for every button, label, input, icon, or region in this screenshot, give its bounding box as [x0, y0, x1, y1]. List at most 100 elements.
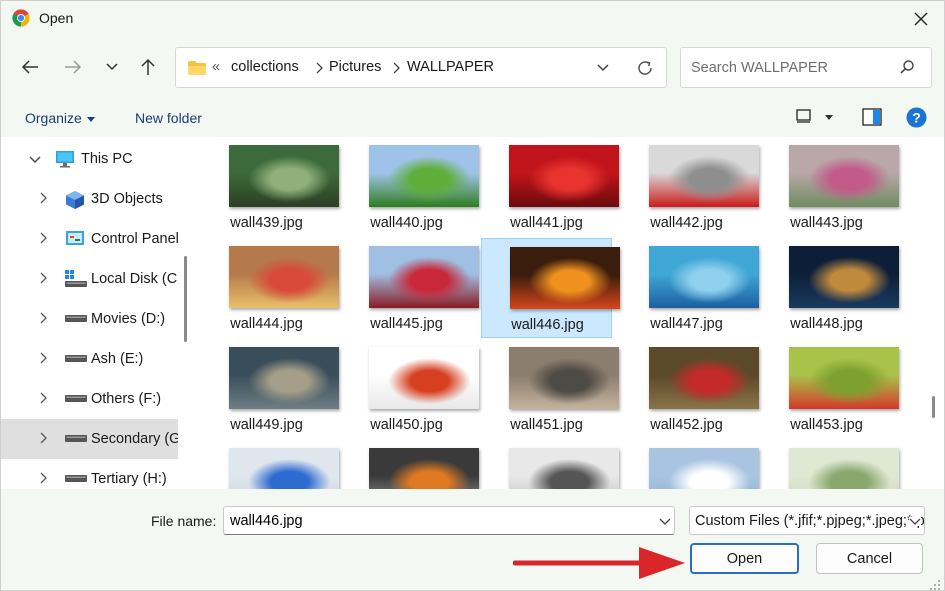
open-button[interactable]: Open	[690, 543, 799, 574]
sidebar-item-this-pc[interactable]: This PC	[1, 139, 178, 179]
refresh-icon[interactable]	[636, 59, 654, 77]
file-name-label: File name:	[151, 513, 217, 529]
sidebar-item-tertiary-h[interactable]: Tertiary (H:)	[1, 459, 178, 489]
resize-grip-icon[interactable]	[929, 579, 941, 591]
file-tile[interactable]	[621, 440, 759, 489]
image-thumbnail	[789, 448, 899, 489]
chevron-right-icon[interactable]	[39, 192, 47, 204]
file-tile[interactable]	[201, 440, 339, 489]
file-tile[interactable]: wall453.jpg	[761, 339, 899, 439]
sidebar-item-label: Others (F:)	[91, 391, 162, 407]
file-tile[interactable]: wall450.jpg	[341, 339, 479, 439]
drive-icon	[65, 355, 87, 362]
chrome-icon	[12, 9, 30, 27]
image-thumbnail	[789, 347, 899, 409]
file-name-input[interactable]	[228, 512, 648, 530]
file-tile[interactable]: wall441.jpg	[481, 137, 619, 237]
file-tile[interactable]: wall445.jpg	[341, 238, 479, 338]
file-name: wall444.jpg	[230, 316, 303, 332]
sidebar-item-local-disk-c[interactable]: Local Disk (C:)	[1, 259, 178, 299]
open-dialog: Open « collections Pictures WALLPAPER Se…	[0, 0, 945, 591]
preview-pane-icon[interactable]	[862, 108, 882, 126]
image-thumbnail	[369, 145, 479, 207]
dialog-footer: File name: Custom Files (*.jfif;*.pjpeg;…	[1, 489, 944, 590]
chevron-down-icon[interactable]	[659, 517, 671, 526]
file-tile[interactable]: wall440.jpg	[341, 137, 479, 237]
file-name: wall453.jpg	[790, 417, 863, 433]
cancel-button[interactable]: Cancel	[816, 543, 923, 574]
sidebar-item-others-f[interactable]: Others (F:)	[1, 379, 178, 419]
arrow-right-icon	[65, 60, 82, 74]
image-thumbnail	[509, 448, 619, 489]
breadcrumb-overflow[interactable]: «	[212, 59, 220, 75]
file-tile[interactable]: wall442.jpg	[621, 137, 759, 237]
chevron-right-icon[interactable]	[39, 272, 47, 284]
chevron-right-icon[interactable]	[39, 312, 47, 324]
chevron-right-icon[interactable]	[39, 472, 47, 484]
chevron-right-icon[interactable]	[39, 232, 47, 244]
chevron-right-icon[interactable]	[39, 392, 47, 404]
file-tile[interactable]: wall446.jpg	[481, 238, 620, 338]
image-thumbnail	[649, 448, 759, 489]
file-type-select[interactable]: Custom Files (*.jfif;*.pjpeg;*.jpeg;*.pj…	[689, 506, 925, 535]
file-tile[interactable]	[481, 440, 619, 489]
forward-button[interactable]	[59, 53, 87, 81]
chevron-right-icon[interactable]	[39, 432, 47, 444]
navigation-pane-scrollbar[interactable]	[184, 256, 187, 342]
file-tile[interactable]: wall439.jpg	[201, 137, 339, 237]
file-name-combobox[interactable]	[223, 506, 675, 535]
drive-icon	[65, 315, 87, 322]
file-grid[interactable]: wall439.jpg wall440.jpg wall441.jpg wall442…	[198, 137, 926, 489]
new-folder-button[interactable]: New folder	[135, 110, 202, 126]
close-button[interactable]	[898, 1, 944, 36]
file-grid-scrollbar[interactable]	[932, 396, 935, 418]
back-button[interactable]	[16, 53, 44, 81]
image-thumbnail	[229, 145, 339, 207]
file-tile[interactable]: wall444.jpg	[201, 238, 339, 338]
image-thumbnail	[649, 145, 759, 207]
file-tile[interactable]: wall449.jpg	[201, 339, 339, 439]
sidebar-item-movies-d[interactable]: Movies (D:)	[1, 299, 178, 339]
sidebar-item-secondary-g[interactable]: Secondary (G:)	[1, 419, 178, 459]
up-button[interactable]	[134, 53, 162, 81]
image-thumbnail	[369, 448, 479, 489]
image-thumbnail	[789, 145, 899, 207]
address-bar[interactable]: « collections Pictures WALLPAPER	[175, 47, 667, 88]
file-tile[interactable]: wall447.jpg	[621, 238, 759, 338]
sidebar-item-ash-e[interactable]: Ash (E:)	[1, 339, 178, 379]
file-name: wall442.jpg	[650, 215, 723, 231]
image-thumbnail	[229, 246, 339, 308]
expanded-chevron-icon[interactable]	[29, 155, 41, 164]
file-tile[interactable]: wall448.jpg	[761, 238, 899, 338]
search-input[interactable]	[689, 58, 889, 78]
navigation-pane[interactable]: This PC 3D Objects Control Panel Local D…	[1, 137, 178, 489]
file-name: wall452.jpg	[650, 417, 723, 433]
address-dropdown-icon[interactable]	[596, 61, 610, 75]
image-thumbnail	[229, 347, 339, 409]
image-thumbnail	[649, 246, 759, 308]
file-tile[interactable]	[341, 440, 479, 489]
sidebar-item-control-panel[interactable]: Control Panel	[1, 219, 178, 259]
breadcrumb-pictures[interactable]: Pictures	[329, 59, 381, 75]
organize-menu-button[interactable]: Organize	[25, 110, 95, 126]
recent-locations-button[interactable]	[98, 53, 126, 81]
view-dropdown-icon[interactable]	[825, 115, 833, 120]
caret-down-icon	[86, 116, 95, 122]
help-icon[interactable]: ?	[906, 107, 927, 128]
breadcrumb-collections[interactable]: collections	[231, 59, 299, 75]
file-tile[interactable]	[761, 440, 899, 489]
chevron-right-icon[interactable]	[39, 352, 47, 364]
image-thumbnail	[229, 448, 339, 489]
command-toolbar: Organize New folder ?	[1, 99, 944, 137]
file-name: wall448.jpg	[790, 316, 863, 332]
file-tile[interactable]: wall452.jpg	[621, 339, 759, 439]
image-thumbnail	[649, 347, 759, 409]
breadcrumb-wallpaper[interactable]: WALLPAPER	[407, 59, 494, 75]
file-tile[interactable]: wall451.jpg	[481, 339, 619, 439]
file-tile[interactable]: wall443.jpg	[761, 137, 899, 237]
sidebar-item-label: 3D Objects	[91, 191, 163, 207]
sidebar-item-3d-objects[interactable]: 3D Objects	[1, 179, 178, 219]
windows-drive-icon	[65, 270, 87, 287]
view-options-icon[interactable]	[796, 109, 812, 123]
search-box[interactable]	[680, 47, 932, 88]
